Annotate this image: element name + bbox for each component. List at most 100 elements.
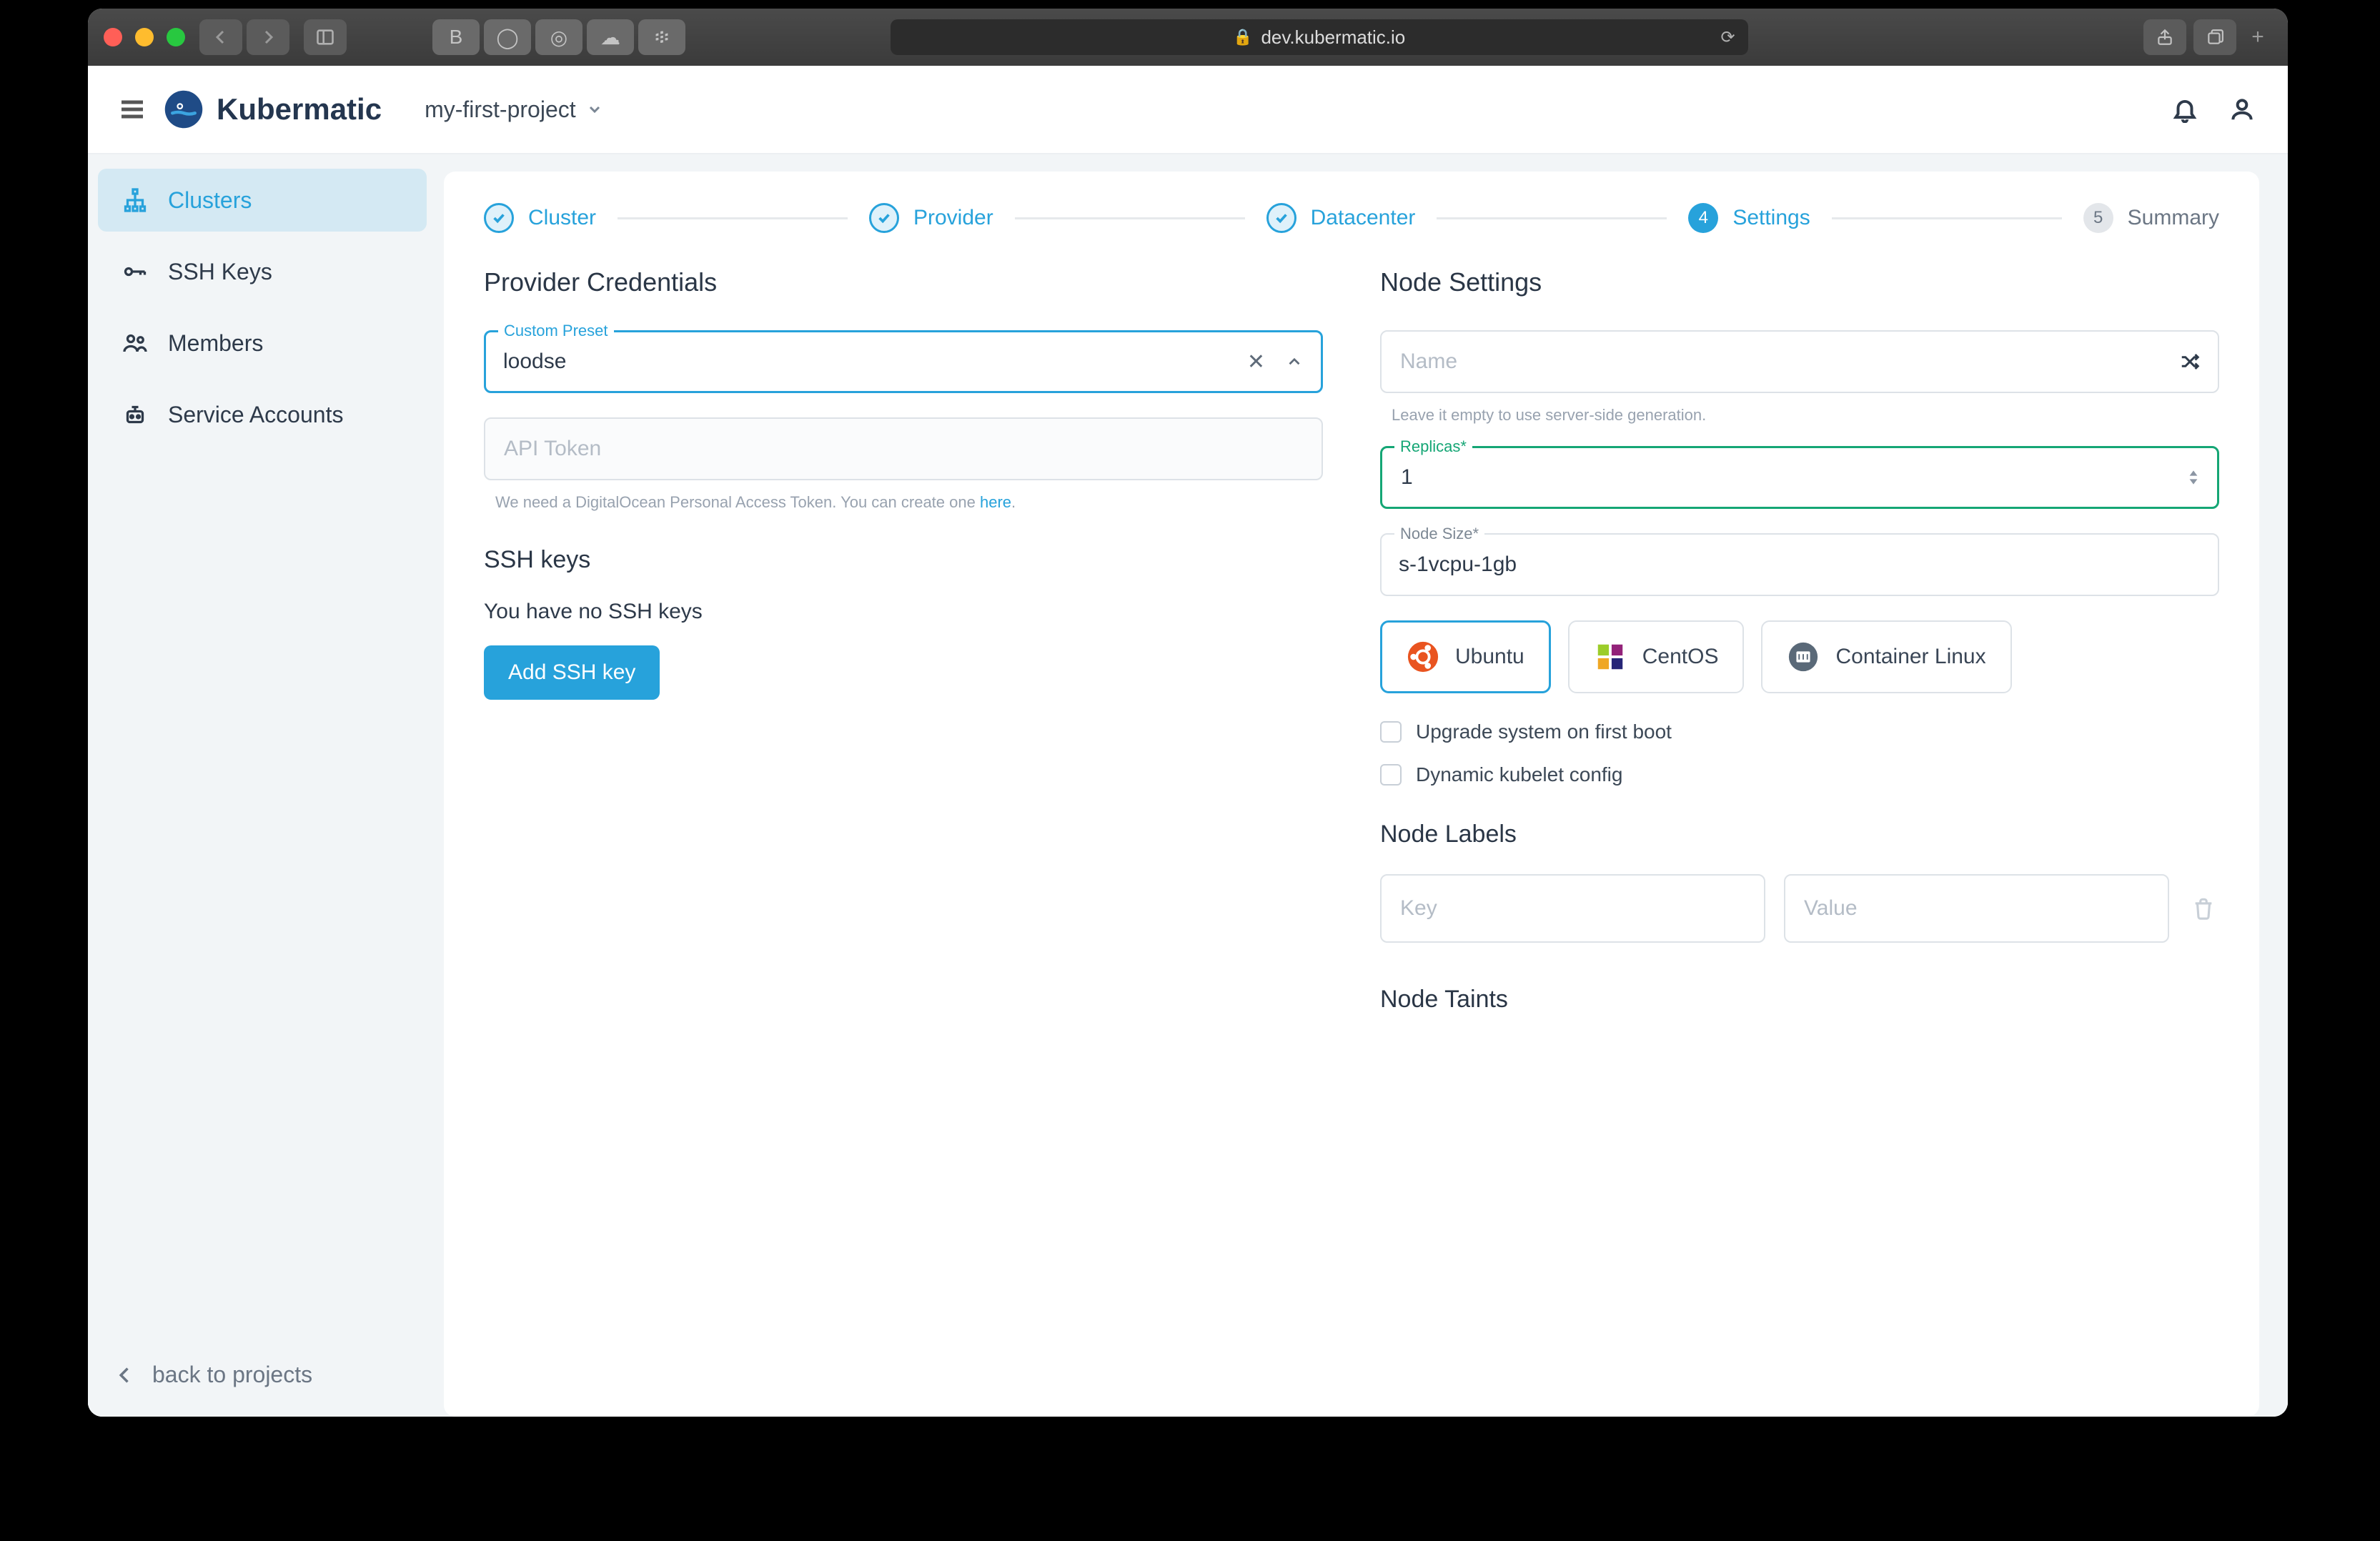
key-icon — [121, 257, 149, 286]
browser-address-bar[interactable]: 🔒 dev.kubermatic.io ⟳ — [891, 19, 1748, 55]
sidebar: Clusters SSH Keys Members — [88, 154, 437, 1417]
browser-ext-1[interactable]: B — [432, 19, 480, 55]
browser-titlebar: B ◯ ◎ ☁ ፨ 🔒 dev.kubermatic.io ⟳ + — [88, 9, 2288, 66]
browser-ext-3[interactable]: ◎ — [535, 19, 582, 55]
field-label: Replicas* — [1394, 437, 1472, 456]
provider-credentials-heading: Provider Credentials — [484, 267, 1323, 297]
wizard-card: Cluster Provider Datacenter — [444, 172, 2259, 1417]
checkbox-icon[interactable] — [1380, 764, 1402, 786]
add-ssh-key-button[interactable]: Add SSH key — [484, 645, 660, 700]
step-provider[interactable]: Provider — [869, 203, 993, 233]
main-content: Cluster Provider Datacenter — [437, 154, 2288, 1417]
clear-icon[interactable]: ✕ — [1247, 350, 1265, 375]
chevron-up-icon[interactable] — [1285, 352, 1304, 371]
api-token-hint-link[interactable]: here — [980, 493, 1011, 511]
node-taints-heading: Node Taints — [1380, 986, 2219, 1014]
browser-ext-2[interactable]: ◯ — [484, 19, 531, 55]
step-datacenter[interactable]: Datacenter — [1266, 203, 1416, 233]
sidebar-item-members[interactable]: Members — [98, 312, 427, 375]
node-labels-heading: Node Labels — [1380, 821, 2219, 848]
sidebar-item-clusters[interactable]: Clusters — [98, 169, 427, 232]
api-token-hint: We need a DigitalOcean Personal Access T… — [495, 493, 1323, 512]
account-button[interactable] — [2223, 91, 2261, 128]
node-label-key-input[interactable] — [1399, 896, 1747, 921]
sidebar-item-label: Members — [168, 330, 263, 357]
step-summary[interactable]: 5 Summary — [2083, 203, 2219, 233]
api-token-field — [484, 417, 1323, 480]
custom-preset-value: loodse — [503, 350, 566, 374]
step-cluster[interactable]: Cluster — [484, 203, 596, 233]
delete-label-button[interactable] — [2188, 893, 2219, 924]
lock-icon: 🔒 — [1233, 28, 1252, 46]
checkbox-label: Upgrade system on first boot — [1416, 720, 1672, 743]
upgrade-on-boot-checkbox-row[interactable]: Upgrade system on first boot — [1380, 720, 2219, 743]
os-option-ubuntu[interactable]: Ubuntu — [1380, 620, 1551, 693]
provider-credentials-column: Provider Credentials Custom Preset loods… — [484, 267, 1323, 1039]
checkbox-icon[interactable] — [1380, 721, 1402, 743]
step-label: Settings — [1732, 206, 1810, 230]
ssh-keys-empty-text: You have no SSH keys — [484, 600, 1323, 624]
check-icon — [484, 203, 514, 233]
browser-tabs-button[interactable] — [2193, 19, 2236, 55]
brand-logo-icon — [164, 89, 204, 129]
window-zoom-icon[interactable] — [167, 28, 185, 46]
browser-nav-buttons — [199, 19, 289, 55]
replicas-input[interactable] — [1399, 465, 2187, 490]
checkbox-label: Dynamic kubelet config — [1416, 763, 1622, 786]
browser-new-tab-button[interactable]: + — [2243, 25, 2272, 49]
sidebar-item-ssh-keys[interactable]: SSH Keys — [98, 240, 427, 303]
ssh-keys-heading: SSH keys — [484, 546, 1323, 574]
menu-toggle-button[interactable] — [115, 92, 149, 127]
back-to-projects-link[interactable]: back to projects — [88, 1333, 437, 1417]
browser-url: dev.kubermatic.io — [1261, 26, 1405, 49]
sidebar-item-label: Service Accounts — [168, 402, 343, 428]
node-label-row — [1380, 874, 2219, 943]
user-icon — [2228, 96, 2256, 123]
browser-ext-5[interactable]: ፨ — [638, 19, 685, 55]
step-label: Summary — [2128, 206, 2219, 230]
back-to-projects-label: back to projects — [152, 1362, 312, 1388]
project-selector-label: my-first-project — [425, 96, 576, 123]
window-close-icon[interactable] — [104, 28, 122, 46]
notifications-button[interactable] — [2166, 91, 2203, 128]
replicas-field: Replicas* — [1380, 446, 2219, 509]
os-option-container-linux[interactable]: Container Linux — [1761, 620, 2011, 693]
brand[interactable]: Kubermatic — [164, 89, 382, 129]
sidebar-item-service-accounts[interactable]: Service Accounts — [98, 383, 427, 446]
browser-ext-4[interactable]: ☁ — [587, 19, 634, 55]
step-label: Datacenter — [1311, 206, 1416, 230]
browser-share-button[interactable] — [2143, 19, 2186, 55]
os-option-centos[interactable]: CentOS — [1568, 620, 1745, 693]
replicas-stepper[interactable] — [2187, 469, 2200, 486]
node-name-hint: Leave it empty to use server-side genera… — [1392, 406, 2219, 425]
shuffle-icon[interactable] — [2179, 351, 2201, 372]
check-icon — [869, 203, 899, 233]
browser-back-button[interactable] — [199, 19, 242, 55]
chevron-down-icon — [586, 101, 603, 118]
browser-window: B ◯ ◎ ☁ ፨ 🔒 dev.kubermatic.io ⟳ + — [88, 9, 2288, 1417]
api-token-input[interactable] — [502, 436, 1304, 462]
node-name-input[interactable] — [1399, 349, 2179, 375]
centos-icon — [1594, 640, 1627, 673]
step-settings[interactable]: 4 Settings — [1688, 203, 1810, 233]
window-minimize-icon[interactable] — [135, 28, 154, 46]
members-icon — [121, 329, 149, 357]
browser-sidebar-button[interactable] — [304, 19, 347, 55]
project-selector[interactable]: my-first-project — [425, 96, 603, 123]
chevron-left-icon — [115, 1365, 135, 1385]
ubuntu-icon — [1407, 640, 1439, 673]
node-label-value-input[interactable] — [1803, 896, 2151, 921]
node-name-field — [1380, 330, 2219, 393]
os-option-label: Ubuntu — [1455, 645, 1524, 669]
os-option-label: Container Linux — [1835, 645, 1985, 669]
node-size-select[interactable]: s-1vcpu-1gb — [1380, 533, 2219, 596]
container-linux-icon — [1787, 640, 1820, 673]
node-settings-column: Node Settings Leave it empty to use serv… — [1380, 267, 2219, 1039]
dynamic-kubelet-checkbox-row[interactable]: Dynamic kubelet config — [1380, 763, 2219, 786]
reload-icon[interactable]: ⟳ — [1721, 27, 1735, 48]
custom-preset-field: Custom Preset loodse ✕ — [484, 330, 1323, 393]
window-traffic-lights — [104, 28, 185, 46]
node-size-field: Node Size* s-1vcpu-1gb — [1380, 533, 2219, 596]
browser-forward-button[interactable] — [247, 19, 289, 55]
robot-icon — [121, 400, 149, 429]
